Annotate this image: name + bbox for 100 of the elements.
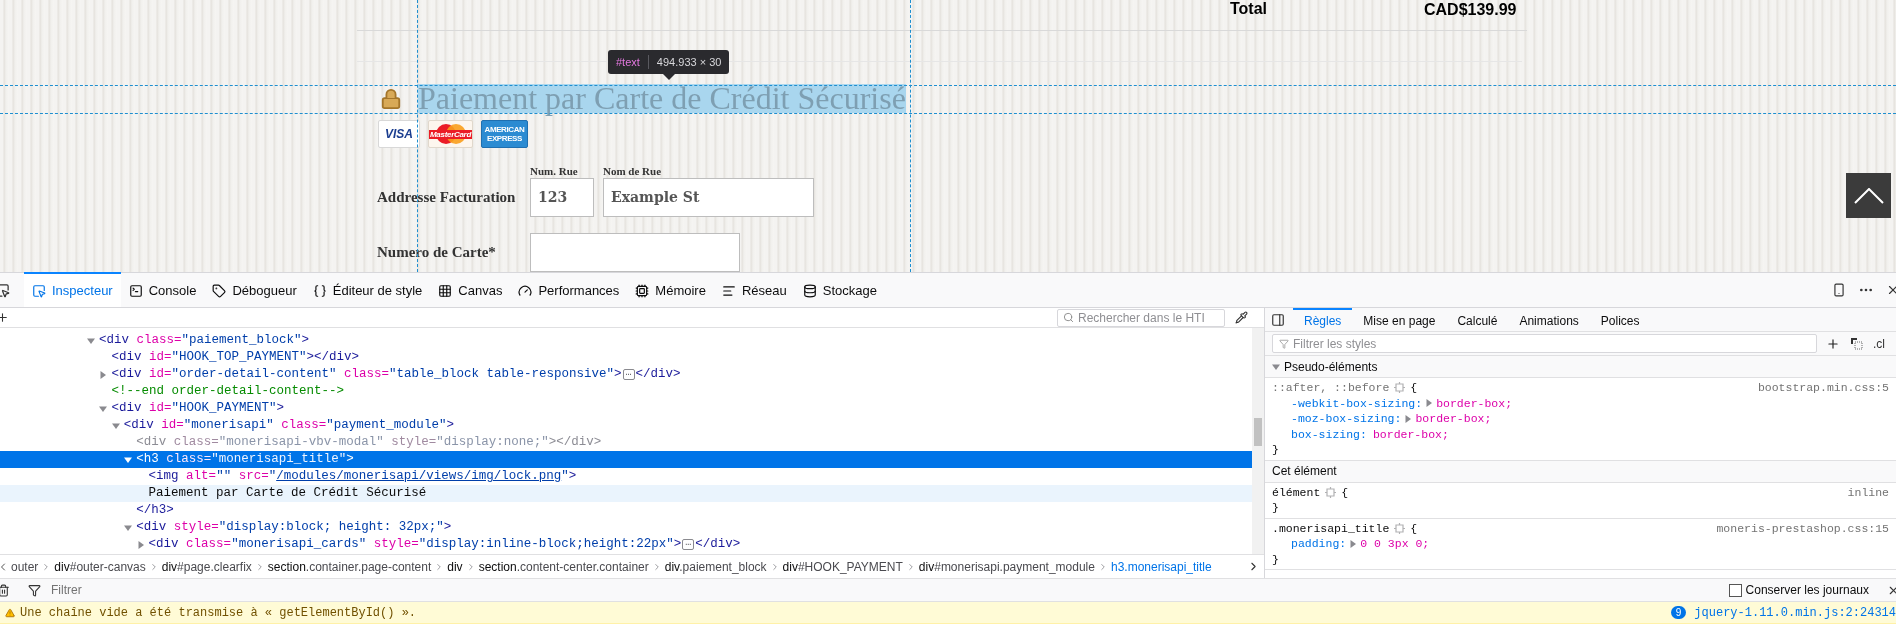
expand-arrow-icon[interactable] <box>1425 399 1434 408</box>
markup-line[interactable]: <div id="order-detail-content" class="table_block table-responsive"> … </div> <box>0 366 1252 383</box>
markup-line[interactable]: </h3> <box>0 502 1252 519</box>
sidebar-tab[interactable]: Mise en page <box>1352 308 1447 331</box>
text-field[interactable]: Example St <box>603 178 814 217</box>
address-label: Addresse Facturation <box>377 188 517 207</box>
total-label: Total <box>1230 0 1269 18</box>
css-selector: élément <box>1272 484 1321 500</box>
breadcrumb-item[interactable]: h3.monerisapi_title <box>1108 557 1214 576</box>
markup-line[interactable]: <img alt="" src="/modules/monerisapi/views/img/lock.png"> <box>0 468 1252 485</box>
css-value[interactable]: border-box; <box>1436 395 1513 411</box>
device-icon[interactable] <box>1832 283 1846 297</box>
markup-line[interactable]: <div style="display:block; height: 32px;"> <box>0 519 1252 536</box>
console-icon <box>128 283 143 298</box>
css-property[interactable]: -webkit-box-sizing: <box>1291 395 1423 411</box>
brace: { <box>1341 484 1349 500</box>
memory-icon <box>635 283 650 298</box>
clear-console-icon[interactable] <box>0 583 10 597</box>
expand-arrow-icon[interactable] <box>99 370 108 379</box>
element-picker-icon[interactable] <box>0 282 10 298</box>
stylesheet-link[interactable]: inline <box>1847 484 1889 500</box>
stylesheet-link[interactable]: moneris-prestashop.css:15 <box>1716 520 1889 536</box>
breadcrumb-item[interactable]: div#outer-canvas <box>52 557 148 576</box>
css-value[interactable]: 0 0 3px 0; <box>1360 536 1430 552</box>
collapsed-content-badge[interactable]: … <box>622 369 635 380</box>
section-header: Cet élément <box>1272 463 1337 480</box>
css-property[interactable]: padding: <box>1291 536 1347 552</box>
expand-arrow-icon[interactable] <box>1404 414 1413 423</box>
total-amount: CAD$139.99 <box>1424 0 1517 20</box>
breadcrumb-item[interactable]: div#monerisapi.payment_module <box>916 557 1097 576</box>
persist-logs-checkbox[interactable] <box>1728 583 1742 597</box>
warning-icon <box>5 607 15 618</box>
collapse-arrow-icon[interactable] <box>124 523 133 532</box>
debugger-icon <box>212 283 227 298</box>
breadcrumb-item[interactable]: outer <box>9 557 41 576</box>
field-caption: Nom de Rue <box>603 165 663 178</box>
node-highlight-icon[interactable] <box>1394 382 1406 394</box>
devtools-tab[interactable]: Réseau <box>713 272 795 307</box>
brace: { <box>1410 520 1418 536</box>
markup-line[interactable]: <!--end order-detail-content--> <box>0 383 1252 400</box>
node-type-label: #text <box>616 54 640 70</box>
markup-line[interactable]: <div id="HOOK_TOP_PAYMENT"></div> <box>0 349 1252 366</box>
eyedropper-icon[interactable] <box>1235 311 1248 324</box>
markup-line[interactable]: <div id="monerisapi" class="payment_module"> <box>0 417 1252 434</box>
add-rule-icon[interactable] <box>1826 336 1840 351</box>
devtools-tab[interactable]: Débogueur <box>204 272 305 307</box>
css-value[interactable]: border-box; <box>1415 411 1492 427</box>
style-icon <box>312 283 327 298</box>
text-field[interactable]: 123 <box>530 178 594 217</box>
breadcrumb-item[interactable]: section.content-center.container <box>476 557 651 576</box>
css-value[interactable]: border-box; <box>1372 426 1449 442</box>
scrollbar[interactable] <box>1252 328 1264 554</box>
filter-icon <box>28 583 41 597</box>
node-highlight-icon[interactable] <box>1325 486 1337 498</box>
expand-arrow-icon[interactable] <box>136 540 145 549</box>
brace: } <box>1272 501 1279 514</box>
devtools-tab[interactable]: Console <box>120 272 205 307</box>
brace: } <box>1272 443 1279 456</box>
collapsed-content-badge[interactable]: … <box>682 539 695 550</box>
sidebar-tab[interactable]: Polices <box>1589 308 1651 331</box>
expand-arrow-icon[interactable] <box>1349 539 1358 548</box>
breadcrumb-item[interactable]: div.paiement_block <box>662 557 769 576</box>
markup-line[interactable]: <div class="monerisapi-vbv-modal" style="display:none;"></div> <box>0 434 1252 451</box>
devtools-tab[interactable]: Inspecteur <box>24 272 121 307</box>
source-link[interactable]: jquery-1.11.0.min.js:2:24314 <box>1694 603 1896 622</box>
css-property[interactable]: box-sizing: <box>1291 426 1367 442</box>
devtools-tab[interactable]: Mémoire <box>627 272 714 307</box>
node-size-label: 494.933 × 30 <box>656 54 722 70</box>
collapse-arrow-icon[interactable] <box>111 421 120 430</box>
console-filter-field[interactable]: Filtrer <box>51 580 1729 600</box>
collapse-arrow-icon[interactable] <box>124 455 133 464</box>
card-number-field[interactable] <box>530 233 740 272</box>
markup-link[interactable]: /modules/monerisapi/views/img/lock.png <box>276 467 562 486</box>
brace: { <box>1410 380 1418 396</box>
devtools-tab[interactable]: Performances <box>510 272 628 307</box>
sidebar-tab[interactable]: Calculé <box>1446 308 1509 331</box>
collapse-arrow-icon[interactable] <box>99 404 108 413</box>
markup-line[interactable]: <div class="monerisapi_cards" style="display:inline-block;height:22px"> … </div> <box>0 536 1252 553</box>
stylesheet-link[interactable]: bootstrap.min.css:5 <box>1757 380 1889 396</box>
breadcrumb-item[interactable]: div#page.clearfix <box>159 557 254 576</box>
filter-icon <box>1279 338 1289 349</box>
devtools-tab[interactable]: Canvas <box>430 272 511 307</box>
panel-toggle-icon[interactable] <box>1271 313 1285 327</box>
close-icon[interactable] <box>1886 283 1896 297</box>
persist-logs-label[interactable]: Conserver les journaux <box>1745 581 1869 599</box>
node-highlight-icon[interactable] <box>1394 522 1406 534</box>
collapse-arrow-icon[interactable] <box>87 336 95 345</box>
markup-line[interactable]: <div id="HOOK_PAYMENT"> <box>0 400 1252 417</box>
css-property[interactable]: -moz-box-sizing: <box>1291 411 1402 427</box>
breadcrumb-item[interactable]: div <box>445 557 465 576</box>
collapse-arrow-icon[interactable] <box>1272 362 1280 371</box>
sidebar-tab[interactable]: Animations <box>1508 308 1590 331</box>
markup-line[interactable]: <div class="paiement_block"> <box>0 332 1252 349</box>
breadcrumb-item[interactable]: div#HOOK_PAYMENT <box>780 557 905 576</box>
scroll-top-button[interactable] <box>1846 173 1891 218</box>
pseudo-class-icon[interactable] <box>1850 337 1863 350</box>
breadcrumb-item[interactable]: section.container.page-content <box>265 557 434 576</box>
devtools-tab[interactable]: Éditeur de style <box>304 272 431 307</box>
class-toggle[interactable]: .cl <box>1873 334 1885 353</box>
devtools-tab[interactable]: Stockage <box>794 272 885 307</box>
